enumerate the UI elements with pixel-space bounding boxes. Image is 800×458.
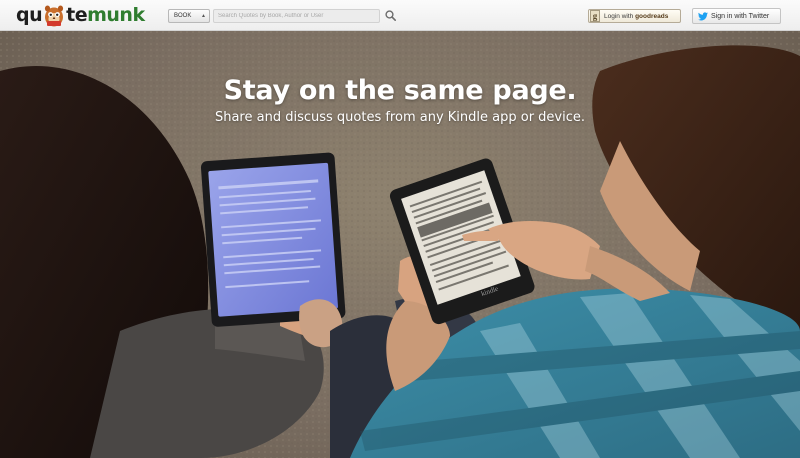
hero-headline: Stay on the same page. bbox=[223, 75, 577, 106]
logo-text-end: temunk bbox=[66, 3, 145, 27]
site-logo[interactable]: qu temunk bbox=[16, 3, 145, 27]
twitter-signin-button[interactable]: Sign in with Twitter bbox=[692, 8, 781, 24]
chipmunk-mascot-icon bbox=[45, 5, 64, 27]
search-type-value: BOOK bbox=[174, 12, 192, 19]
goodreads-login-prefix: Login with bbox=[604, 12, 636, 20]
hero-banner: kindle Stay on the same page. Share and … bbox=[0, 31, 800, 458]
goodreads-login-button[interactable]: g Login with goodreads bbox=[588, 9, 681, 23]
select-arrows-icon: ▲︎ bbox=[201, 12, 206, 19]
search-bar: BOOK ▲︎ bbox=[168, 8, 396, 23]
logo-text-start: qu bbox=[16, 4, 43, 26]
search-input[interactable] bbox=[213, 8, 380, 23]
twitter-bird-icon bbox=[698, 11, 708, 20]
top-header: qu temunk BOOK ▲︎ Search Quotes by Book,… bbox=[0, 0, 800, 31]
logo-text-green: munk bbox=[87, 4, 145, 26]
search-type-select[interactable]: BOOK ▲︎ bbox=[168, 8, 210, 23]
goodreads-login-label: Login with goodreads bbox=[604, 13, 668, 20]
logo-text-dark: te bbox=[66, 4, 88, 26]
twitter-signin-label: Sign in with Twitter bbox=[711, 12, 770, 20]
search-button[interactable] bbox=[384, 10, 396, 22]
goodreads-icon: g bbox=[590, 10, 600, 22]
hero-subheadline: Share and discuss quotes from any Kindle… bbox=[214, 110, 586, 125]
goodreads-brand: goodreads bbox=[635, 12, 669, 20]
search-icon bbox=[384, 10, 396, 21]
